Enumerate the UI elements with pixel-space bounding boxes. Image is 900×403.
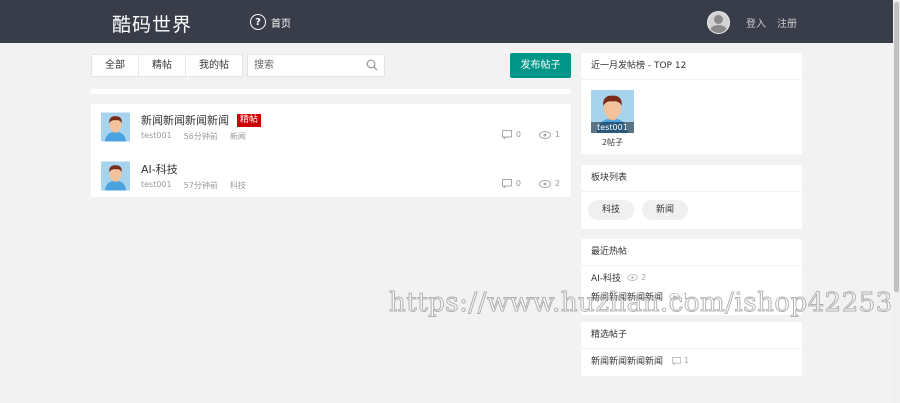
search-input[interactable] — [248, 55, 363, 76]
post-title-link[interactable]: 新闻新闻新闻新闻 精帖 — [141, 112, 262, 128]
site-logo[interactable]: 酷码世界 — [112, 10, 192, 37]
picked-post-title: 新闻新闻新闻新闻 — [591, 357, 664, 367]
post-author[interactable]: test001 — [141, 131, 172, 142]
top-posters-title: 近一月发帖榜 - TOP 12 — [581, 53, 802, 80]
post-title: 新闻新闻新闻新闻 — [141, 114, 229, 127]
comment-icon — [501, 179, 512, 188]
post-author-avatar[interactable] — [101, 112, 130, 142]
hot-post-item[interactable]: AI-科技 2 — [591, 271, 646, 284]
eye-icon — [627, 274, 638, 281]
post-time: 57分钟前 — [183, 181, 218, 190]
top-posters-card: 近一月发帖榜 - TOP 12 test001 2帖子 — [581, 53, 802, 154]
user-avatar[interactable] — [707, 11, 730, 34]
post-author-avatar[interactable] — [101, 161, 130, 191]
question-circle-icon: ? — [250, 14, 266, 30]
post-title: AI-科技 — [141, 163, 178, 176]
post-meta: test001 57分钟前 科技 — [141, 180, 246, 191]
tab-my-posts[interactable]: 我的帖 — [186, 55, 242, 76]
top-poster-name: test001 — [591, 122, 634, 133]
scrollbar-thumb[interactable] — [894, 2, 899, 292]
watermark-text: https://www.huzhan.com/ishop42253 — [389, 288, 893, 319]
picked-post-item[interactable]: 新闻新闻新闻新闻 1 — [591, 354, 689, 367]
tab-featured[interactable]: 精帖 — [139, 55, 186, 76]
comment-icon — [672, 356, 681, 365]
top-header: 酷码世界 ? 首页 登入 注册 — [0, 0, 893, 43]
filter-tabs: 全部 精帖 我的帖 — [91, 54, 243, 77]
picked-posts-title: 精选帖子 — [581, 322, 802, 349]
block-tag-tech[interactable]: 科技 — [588, 200, 635, 220]
hot-post-views: 2 — [641, 273, 647, 282]
login-link[interactable]: 登入 — [746, 15, 766, 30]
search-box — [247, 54, 385, 77]
top-poster[interactable]: test001 2帖子 — [591, 90, 634, 148]
eye-icon — [538, 179, 551, 188]
post-list: 新闻新闻新闻新闻 精帖 test001 56分钟前 新闻 0 1 AI-科技 t… — [91, 104, 571, 197]
tab-all[interactable]: 全部 — [92, 55, 139, 76]
post-meta: test001 56分钟前 新闻 — [141, 131, 246, 142]
publish-post-button[interactable]: 发布帖子 — [510, 53, 571, 78]
post-comments-count: 0 — [515, 130, 521, 139]
blocks-title: 板块列表 — [581, 165, 802, 192]
register-link[interactable]: 注册 — [777, 15, 797, 30]
top-poster-post-count: 2帖子 — [601, 138, 624, 147]
post-views-count: 1 — [554, 130, 560, 139]
post-views-count: 2 — [554, 179, 560, 188]
blocks-card: 板块列表 科技 新闻 — [581, 165, 802, 229]
post-time: 56分钟前 — [183, 132, 218, 141]
post-comments-count: 0 — [515, 179, 521, 188]
post-stats: 0 1 — [501, 130, 560, 139]
featured-badge: 精帖 — [237, 113, 262, 127]
hot-posts-title: 最近热帖 — [581, 239, 802, 266]
post-stats: 0 2 — [501, 179, 560, 188]
page-scrollbar[interactable] — [893, 0, 900, 403]
hot-post-title: AI-科技 — [591, 274, 622, 284]
post-item: AI-科技 test001 57分钟前 科技 0 2 — [91, 153, 571, 197]
post-author[interactable]: test001 — [141, 180, 172, 191]
eye-icon — [538, 130, 551, 139]
post-item: 新闻新闻新闻新闻 精帖 test001 56分钟前 新闻 0 1 — [91, 104, 571, 148]
picked-post-comments: 1 — [684, 356, 690, 365]
post-category: 新闻 — [229, 132, 246, 141]
notice-panel — [91, 89, 571, 94]
top-poster-avatar[interactable]: test001 — [591, 90, 634, 133]
nav-home-label: 首页 — [271, 18, 291, 30]
post-category: 科技 — [229, 181, 246, 190]
search-icon[interactable] — [366, 59, 378, 74]
picked-posts-card: 精选帖子 新闻新闻新闻新闻 1 — [581, 322, 802, 376]
nav-home-link[interactable]: ? 首页 — [250, 14, 291, 30]
block-tag-news[interactable]: 新闻 — [642, 200, 689, 220]
post-title-link[interactable]: AI-科技 — [141, 161, 178, 177]
comment-icon — [501, 130, 512, 139]
